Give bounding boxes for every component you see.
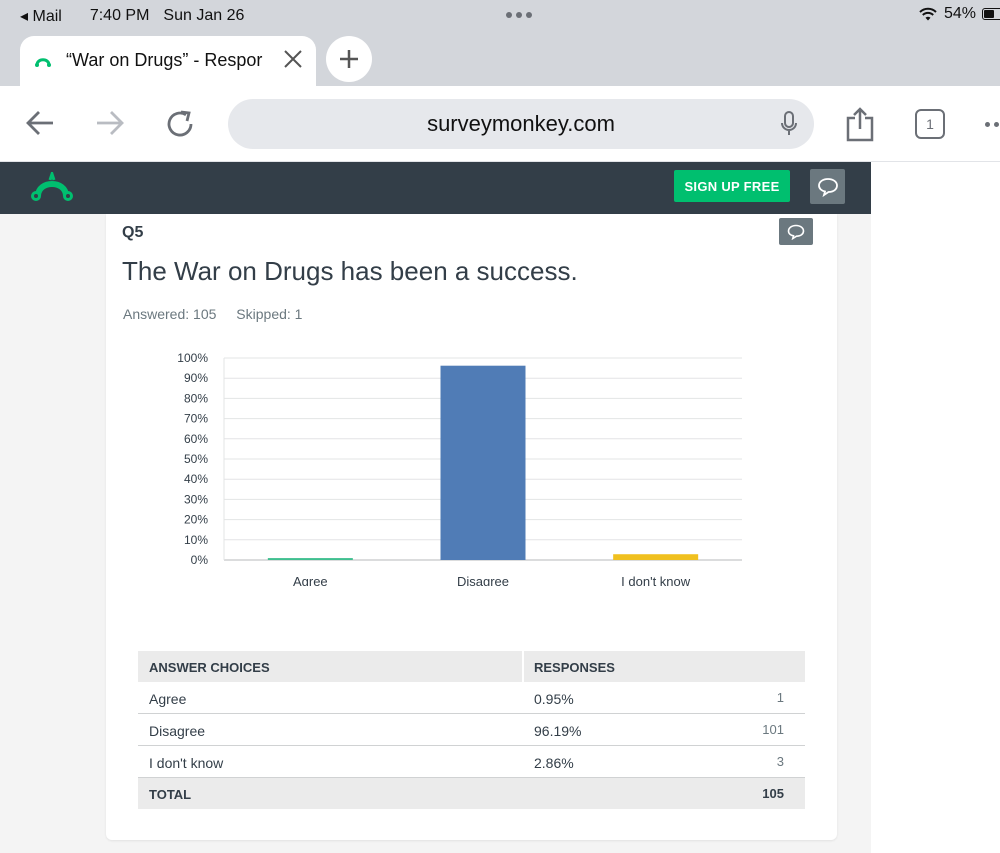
y-tick-label: 10% bbox=[184, 533, 208, 547]
share-icon[interactable] bbox=[845, 106, 875, 142]
row-choice: Agree bbox=[149, 691, 187, 707]
row-percent: 96.19% bbox=[534, 723, 582, 739]
results-bar-chart: 0% 10% 20% 30% 40% 50% 60% 70% 80% 90% 100% Agree Di… bbox=[177, 351, 742, 586]
microphone-icon[interactable] bbox=[780, 111, 798, 137]
speech-bubble-icon bbox=[817, 177, 838, 197]
plus-icon bbox=[340, 50, 358, 68]
y-tick-label: 80% bbox=[184, 391, 208, 405]
multitasking-dots-icon[interactable] bbox=[506, 12, 532, 18]
feedback-button[interactable] bbox=[810, 169, 845, 204]
row-count: 3 bbox=[776, 754, 784, 769]
y-tick-label: 20% bbox=[184, 513, 208, 527]
row-percent: 0.95% bbox=[534, 691, 574, 707]
header-answer-choices: ANSWER CHOICES bbox=[149, 660, 270, 675]
question-number: Q5 bbox=[122, 224, 144, 241]
battery-percent: 54% bbox=[943, 5, 976, 22]
bar bbox=[267, 558, 353, 560]
new-tab-button[interactable] bbox=[326, 36, 372, 82]
x-tick-label: Agree bbox=[293, 574, 328, 586]
speech-bubble-icon bbox=[787, 224, 805, 240]
page-content: SIGN UP FREE Q5 The War on Drugs has bee… bbox=[0, 162, 871, 853]
site-header: SIGN UP FREE bbox=[0, 162, 871, 214]
reload-icon[interactable] bbox=[164, 108, 196, 140]
y-tick-label: 90% bbox=[184, 371, 208, 385]
row-choice: I don't know bbox=[149, 755, 224, 771]
back-app-label: Mail bbox=[32, 8, 62, 25]
table-header-row: ANSWER CHOICES RESPONSES bbox=[138, 651, 805, 682]
bar bbox=[613, 554, 699, 560]
results-table: ANSWER CHOICES RESPONSES Agree 0.95% 1 D… bbox=[138, 651, 805, 809]
question-title: The War on Drugs has been a success. bbox=[122, 256, 578, 286]
surveymonkey-logo-icon[interactable] bbox=[28, 172, 76, 204]
answered-count: Answered: 105 bbox=[123, 306, 217, 322]
y-tick-label: 60% bbox=[184, 432, 208, 446]
header-divider bbox=[522, 651, 524, 682]
close-tab-icon[interactable] bbox=[282, 48, 304, 70]
battery-icon bbox=[982, 8, 1000, 20]
tab-switcher-button[interactable]: 1 bbox=[915, 109, 945, 139]
row-choice: Disagree bbox=[149, 723, 206, 739]
table-row: I don't know 2.86% 3 bbox=[138, 746, 805, 778]
tab-strip: “War on Drugs” - Respor bbox=[0, 30, 1000, 86]
y-tick-label: 30% bbox=[184, 492, 208, 506]
table-row: Disagree 96.19% 101 bbox=[138, 714, 805, 746]
status-time: 7:40 PM bbox=[89, 7, 150, 24]
forward-arrow-icon[interactable] bbox=[94, 108, 126, 138]
y-tick-label: 100% bbox=[177, 351, 208, 365]
surveymonkey-favicon-icon bbox=[35, 58, 51, 67]
sign-up-button[interactable]: SIGN UP FREE bbox=[674, 170, 790, 202]
status-date: Sun Jan 26 bbox=[163, 7, 245, 24]
y-tick-label: 70% bbox=[184, 412, 208, 426]
header-responses: RESPONSES bbox=[534, 660, 615, 675]
y-tick-label: 50% bbox=[184, 452, 208, 466]
browser-tab[interactable]: “War on Drugs” - Respor bbox=[20, 36, 316, 86]
more-menu-icon[interactable] bbox=[985, 122, 1000, 127]
response-stats: Answered: 105 Skipped: 1 bbox=[123, 306, 318, 322]
table-row: Agree 0.95% 1 bbox=[138, 682, 805, 714]
x-tick-label: I don't know bbox=[621, 574, 691, 586]
question-card: Q5 The War on Drugs has been a success. … bbox=[106, 214, 837, 840]
page-margin bbox=[871, 162, 1000, 853]
x-tick-label: Disagree bbox=[457, 574, 509, 586]
y-tick-label: 40% bbox=[184, 472, 208, 486]
total-count: 105 bbox=[762, 786, 784, 801]
comment-button[interactable] bbox=[779, 218, 813, 245]
skipped-count: Skipped: 1 bbox=[236, 306, 303, 322]
address-bar[interactable]: surveymonkey.com bbox=[228, 99, 814, 149]
url-text: surveymonkey.com bbox=[427, 111, 615, 136]
browser-toolbar: surveymonkey.com 1 bbox=[0, 86, 1000, 162]
row-percent: 2.86% bbox=[534, 755, 574, 771]
total-label: TOTAL bbox=[149, 787, 192, 802]
status-bar: ◂ Mail 7:40 PM Sun Jan 26 54% bbox=[0, 0, 1000, 30]
table-total-row: TOTAL 105 bbox=[138, 778, 805, 809]
wifi-icon bbox=[919, 7, 937, 21]
y-tick-label: 0% bbox=[191, 553, 209, 567]
tab-title: “War on Drugs” - Respor bbox=[66, 50, 263, 70]
row-count: 1 bbox=[776, 690, 784, 705]
row-count: 101 bbox=[762, 722, 784, 737]
back-to-mail-link[interactable]: ◂ Mail bbox=[20, 6, 76, 26]
bar bbox=[440, 365, 526, 560]
back-arrow-icon[interactable] bbox=[24, 108, 56, 138]
